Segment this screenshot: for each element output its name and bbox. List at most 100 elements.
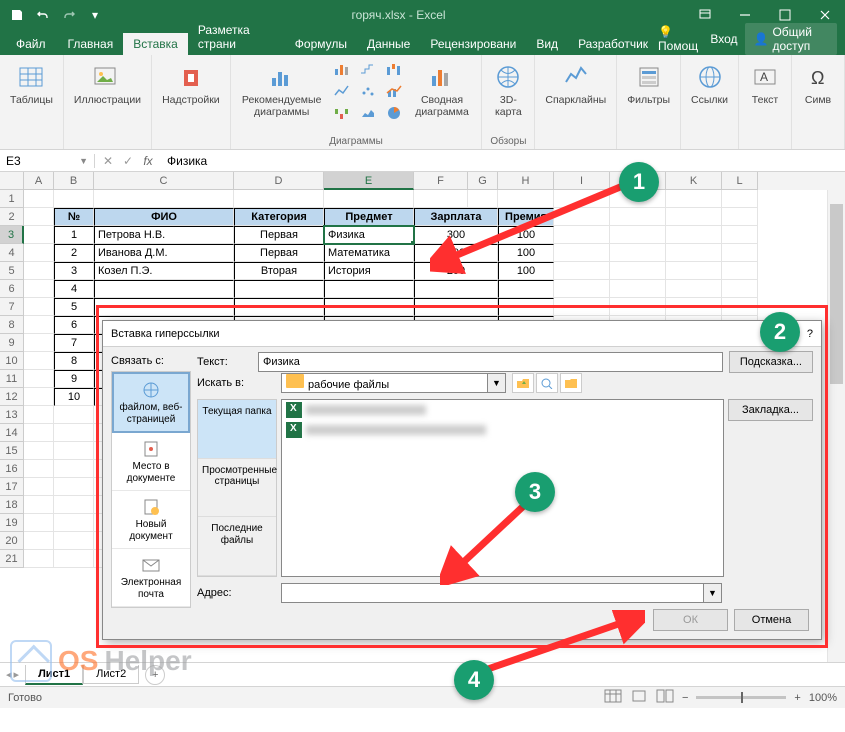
pivot-chart-icon — [426, 61, 458, 93]
zoom-level[interactable]: 100% — [809, 692, 837, 704]
tab-insert[interactable]: Вставка — [123, 33, 188, 55]
up-folder-icon[interactable] — [512, 373, 534, 393]
column-headers[interactable]: ABCDEFGHIJKL — [24, 172, 845, 190]
dialog-title: Вставка гиперссылки — [111, 328, 220, 340]
ok-button[interactable]: ОК — [653, 609, 728, 631]
hyperlink-icon — [694, 61, 726, 93]
undo-icon[interactable] — [32, 4, 54, 26]
link-to-email[interactable]: Электронная почта — [112, 549, 190, 607]
zoom-out-icon[interactable]: − — [682, 692, 688, 704]
enter-formula-icon[interactable]: ✓ — [119, 154, 137, 168]
annotation-marker-4: 4 — [454, 660, 494, 700]
email-icon — [139, 555, 163, 575]
link-to-file-web[interactable]: файлом, веб-страницей — [112, 372, 190, 433]
pivot-chart-button[interactable]: Сводная диаграмма — [409, 59, 476, 120]
3d-map-button[interactable]: 3D-карта — [488, 59, 528, 120]
chevron-down-icon[interactable]: ▼ — [704, 583, 722, 603]
tables-button[interactable]: Таблицы — [6, 59, 57, 109]
qat-customize-icon[interactable]: ▾ — [84, 4, 106, 26]
links-button[interactable]: Ссылки — [687, 59, 732, 109]
status-text: Готово — [8, 692, 42, 704]
browse-tab-current[interactable]: Текущая папка — [198, 400, 276, 459]
zoom-slider[interactable] — [696, 696, 786, 699]
zoom-in-icon[interactable]: + — [794, 692, 800, 704]
hierarchy-chart-icon[interactable] — [357, 59, 379, 79]
fx-icon[interactable]: fx — [139, 154, 157, 168]
sparklines-button[interactable]: Спарклайны — [541, 59, 610, 109]
tab-developer[interactable]: Разработчик — [568, 33, 658, 55]
illustrations-button[interactable]: Иллюстрации — [70, 59, 145, 109]
address-label: Адрес: — [197, 587, 275, 599]
text-button[interactable]: AТекст — [745, 59, 785, 109]
select-all-corner[interactable] — [0, 172, 24, 190]
watermark: OSHelper — [10, 640, 192, 682]
tab-home[interactable]: Главная — [58, 33, 124, 55]
browse-file-icon[interactable] — [560, 373, 582, 393]
link-to-new-doc[interactable]: Новый документ — [112, 491, 190, 549]
sparkline-icon — [560, 61, 592, 93]
document-place-icon — [139, 439, 163, 459]
symbol-icon: Ω — [802, 61, 834, 93]
text-label: Текст: — [197, 356, 252, 368]
dialog-help-icon[interactable]: ? — [807, 328, 813, 340]
browse-tab-recent[interactable]: Последние файлы — [198, 517, 276, 576]
tell-me-icon[interactable]: 💡 Помощ — [658, 25, 702, 53]
textbox-icon: A — [749, 61, 781, 93]
bookmark-button[interactable]: Закладка... — [728, 399, 813, 421]
symbols-button[interactable]: ΩСимв — [798, 59, 838, 109]
file-list[interactable] — [281, 399, 724, 577]
svg-text:A: A — [760, 70, 768, 84]
page-layout-view-icon[interactable] — [630, 689, 648, 706]
browse-web-icon[interactable] — [536, 373, 558, 393]
line-chart-icon[interactable] — [331, 81, 353, 101]
tab-layout[interactable]: Разметка страни — [188, 19, 285, 55]
lookin-combo[interactable]: рабочие файлы — [281, 373, 488, 393]
list-item — [282, 400, 723, 420]
annotation-marker-2: 2 — [760, 312, 800, 352]
share-button[interactable]: 👤 Общий доступ — [745, 23, 837, 55]
tab-formulas[interactable]: Формулы — [285, 33, 357, 55]
addins-button[interactable]: Надстройки — [158, 59, 224, 109]
tab-review[interactable]: Рецензировани — [420, 33, 526, 55]
tab-data[interactable]: Данные — [357, 33, 420, 55]
bar-chart-icon[interactable] — [331, 59, 353, 79]
file-web-icon — [139, 380, 163, 400]
address-input[interactable] — [281, 583, 704, 603]
redo-icon[interactable] — [58, 4, 80, 26]
link-to-panel: файлом, веб-страницей Место в документе … — [111, 371, 191, 608]
lookin-label: Искать в: — [197, 377, 275, 389]
normal-view-icon[interactable] — [604, 689, 622, 706]
combo-chart-icon[interactable] — [383, 81, 405, 101]
login-link[interactable]: Вход — [710, 32, 737, 46]
save-icon[interactable] — [6, 4, 28, 26]
page-break-view-icon[interactable] — [656, 689, 674, 706]
cancel-button[interactable]: Отмена — [734, 609, 809, 631]
win-loss-chart-icon[interactable] — [331, 103, 353, 123]
vertical-scrollbar[interactable] — [827, 190, 845, 662]
watermark-icon — [10, 640, 52, 682]
screentip-button[interactable]: Подсказка... — [729, 351, 813, 373]
status-bar: Готово − + 100% — [0, 686, 845, 708]
surface-chart-icon[interactable] — [357, 103, 379, 123]
filters-button[interactable]: Фильтры — [623, 59, 674, 109]
link-to-place[interactable]: Место в документе — [112, 433, 190, 491]
recommended-chart-icon — [266, 61, 298, 93]
tab-view[interactable]: Вид — [526, 33, 568, 55]
name-box[interactable]: E3▼ — [0, 154, 95, 168]
waterfall-chart-icon[interactable] — [383, 59, 405, 79]
recommended-charts-button[interactable]: Рекомендуемые диаграммы — [237, 59, 327, 120]
new-doc-icon — [139, 497, 163, 517]
chevron-down-icon[interactable]: ▼ — [488, 373, 506, 393]
formula-input[interactable]: Физика — [161, 154, 845, 168]
cancel-formula-icon[interactable]: ✕ — [99, 154, 117, 168]
browse-tab-browsed[interactable]: Просмотренные страницы — [198, 459, 276, 518]
row-headers[interactable]: 123456789101112131415161718192021 — [0, 190, 24, 568]
quick-access-toolbar: ▾ — [0, 4, 112, 26]
insert-hyperlink-dialog: Вставка гиперссылки ? Связать с: файлом,… — [102, 320, 822, 640]
pie-chart-icon[interactable] — [383, 103, 405, 123]
text-input[interactable] — [258, 352, 723, 372]
tab-file[interactable]: Файл — [4, 33, 58, 55]
scatter-chart-icon[interactable] — [357, 81, 379, 101]
ribbon-tabs: Файл Главная Вставка Разметка страни Фор… — [0, 30, 845, 55]
ribbon: Таблицы Иллюстрации Надстройки Рекоменду… — [0, 55, 845, 150]
